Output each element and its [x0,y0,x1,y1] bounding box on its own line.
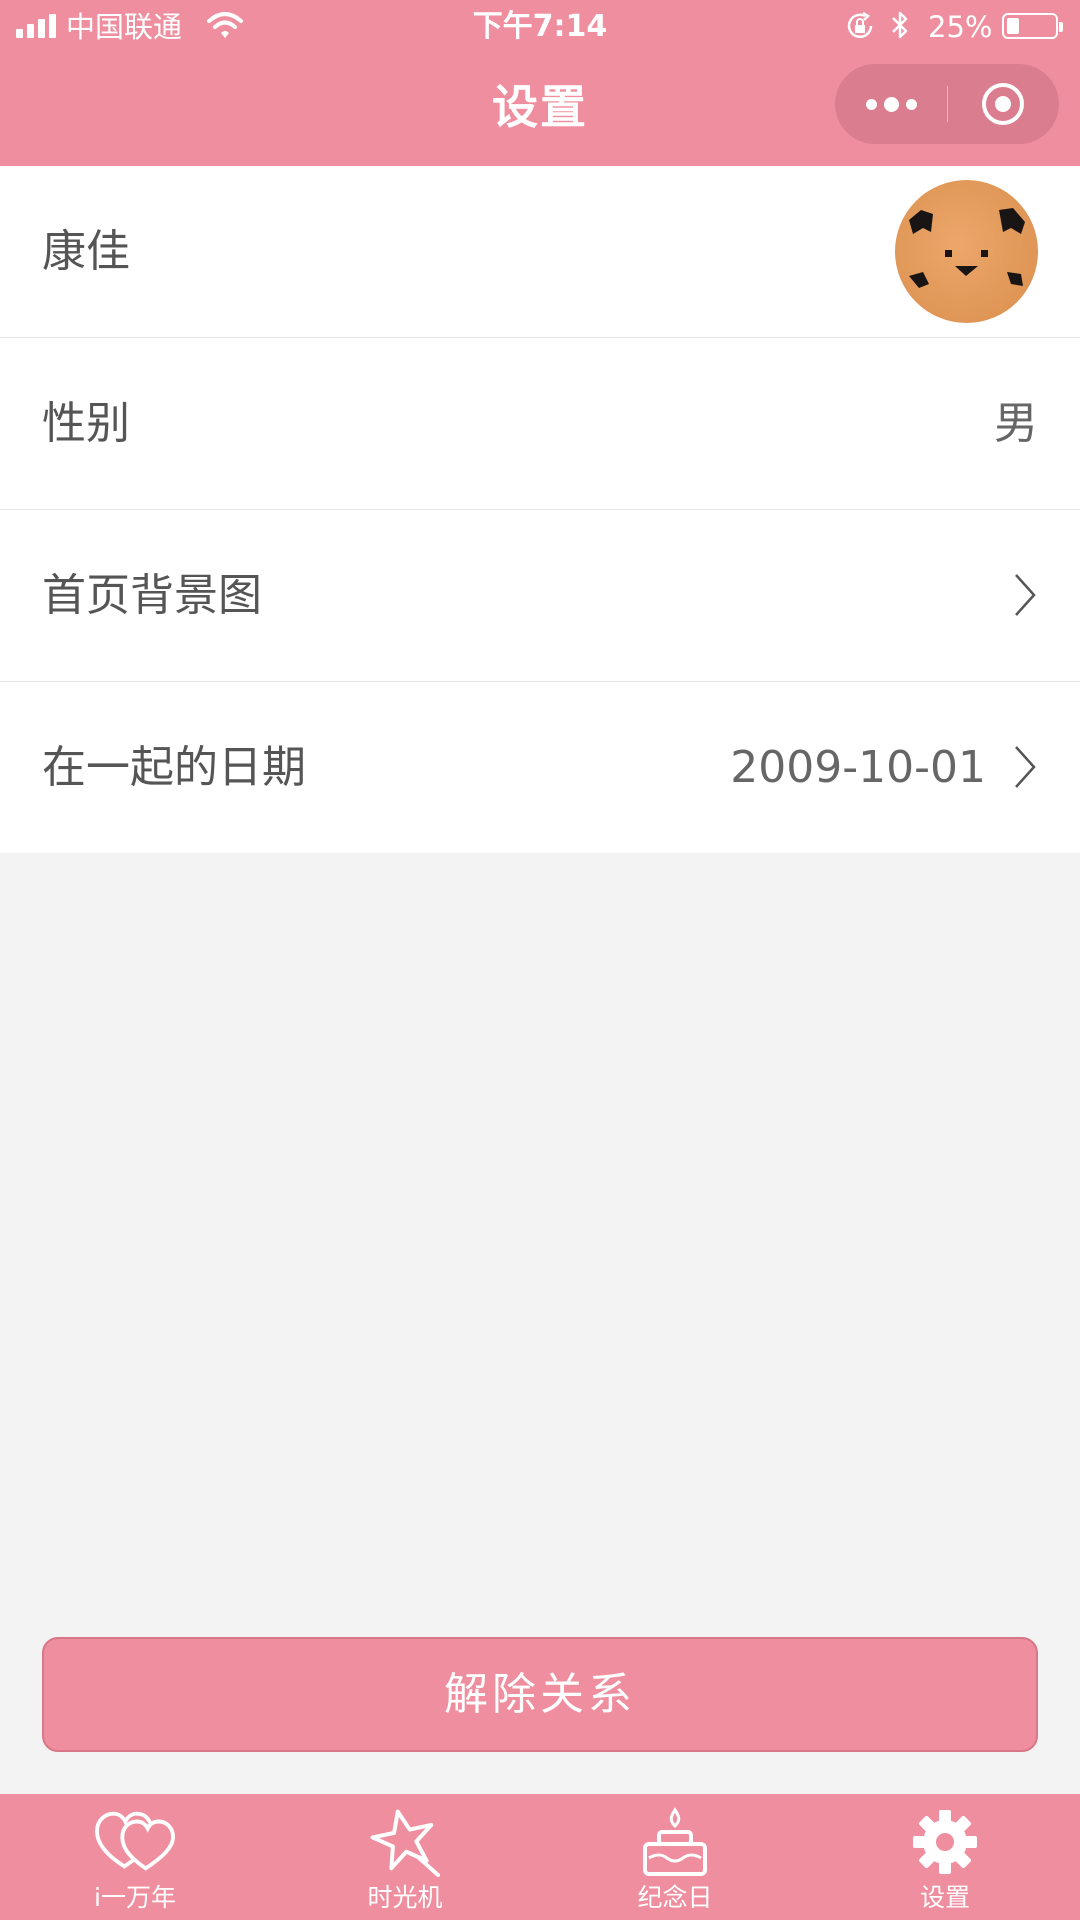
profile-row[interactable]: 康佳 [0,166,1080,338]
battery-percent: 25% [928,10,993,44]
battery-icon [1002,13,1063,39]
together-date-label: 在一起的日期 [42,742,306,793]
bluetooth-icon [889,9,911,45]
rotation-lock-icon [845,11,875,45]
background-label: 首页背景图 [42,570,262,621]
two-hearts-icon [95,1806,175,1878]
tab-time-machine[interactable]: 时光机 [270,1794,540,1920]
tab-label: 设置 [919,1883,970,1912]
avatar[interactable] [895,180,1038,323]
together-date-value: 2009-10-01 [730,742,986,793]
tab-bar: i一万年 时光机 纪念日 设置 [0,1794,1080,1920]
gender-row[interactable]: 性别 男 [0,338,1080,510]
background-row[interactable]: 首页背景图 [0,510,1080,682]
status-bar: 中国联通 下午7:14 25% [0,0,1080,55]
gear-icon [905,1806,985,1878]
top-header: 中国联通 下午7:14 25% 设置 [0,0,1080,166]
star-wand-icon [365,1806,445,1878]
together-date-row[interactable]: 在一起的日期 2009-10-01 [0,682,1080,853]
gender-label: 性别 [42,398,130,449]
tab-label: i一万年 [94,1883,176,1912]
tab-anniversary[interactable]: 纪念日 [540,1794,810,1920]
status-time: 下午7:14 [472,9,608,44]
tab-settings[interactable]: 设置 [810,1794,1080,1920]
target-circle-icon[interactable] [947,64,1059,144]
chevron-right-icon [1012,743,1038,795]
user-name: 康佳 [42,226,130,277]
settings-screen: 中国联通 下午7:14 25% 设置 康佳 性别 男 首页背景图 在一起的日期 … [0,0,1080,1920]
tab-home[interactable]: i一万年 [0,1794,270,1920]
miniprogram-capsule [835,64,1059,144]
gender-value: 男 [994,398,1038,449]
more-dots-icon[interactable] [835,64,947,144]
settings-list: 康佳 性别 男 首页背景图 在一起的日期 2009-10-01 [0,166,1080,853]
tab-label: 时光机 [367,1883,443,1912]
tab-label: 纪念日 [637,1883,713,1912]
cake-icon [635,1806,715,1878]
chevron-right-icon [1012,571,1038,623]
unbind-button[interactable]: 解除关系 [42,1637,1038,1752]
